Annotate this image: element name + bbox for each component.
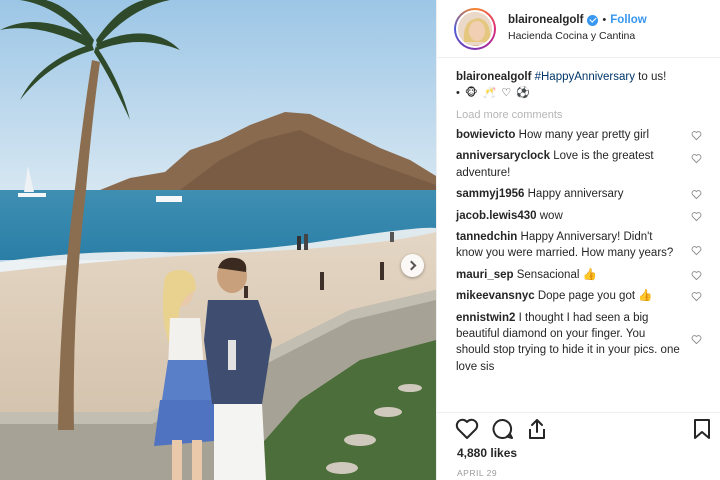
comment-username[interactable]: sammyj1956: [456, 188, 524, 200]
comment-text: Sensacional 👍: [516, 268, 597, 281]
comment-like-heart-icon[interactable]: [691, 189, 702, 200]
carousel-next-button[interactable]: [401, 254, 424, 277]
heart-icon[interactable]: [455, 418, 479, 440]
comment-item: mikeevansnyc Dope page you got 👍: [456, 288, 704, 304]
comment-item: mauri_sep Sensacional 👍: [456, 267, 704, 283]
comment-username[interactable]: mikeevansnyc: [456, 290, 535, 302]
follow-button[interactable]: Follow: [610, 14, 646, 26]
chevron-right-icon: [406, 260, 416, 271]
comment-like-heart-icon[interactable]: [691, 291, 702, 302]
story-ring[interactable]: [454, 8, 496, 50]
header-line: blaironealgolf • Follow: [508, 14, 647, 26]
comment-username[interactable]: anniversaryclock: [456, 150, 550, 162]
comment-username[interactable]: ennistwin2: [456, 312, 515, 324]
comment-item: jacob.lewis430 wow: [456, 208, 704, 224]
header-text: blaironealgolf • Follow Hacienda Cocina …: [508, 14, 647, 42]
avatar-image: [458, 12, 492, 46]
caption-text: to us!: [634, 71, 667, 83]
comment-item: ennistwin2 I thought I had seen a big be…: [456, 310, 704, 376]
comment-username[interactable]: bowievicto: [456, 129, 515, 141]
comment-item: bowievicto How many year pretty girl: [456, 127, 704, 143]
caption-emoji-line: • 🐵 🥂 ♡ ⚽: [456, 87, 532, 99]
comment-like-heart-icon[interactable]: [691, 270, 702, 281]
comment-username[interactable]: tannedchin: [456, 231, 517, 243]
post-date: APRIL 29: [457, 468, 498, 478]
location-link[interactable]: Hacienda Cocina y Cantina: [508, 30, 647, 42]
comment-icon[interactable]: [491, 418, 515, 440]
comment-item: anniversaryclock Love is the greatest ad…: [456, 148, 704, 181]
beach-photo-image: [0, 0, 436, 480]
comment-text: Dope page you got 👍: [537, 290, 653, 303]
comment-text: wow: [539, 209, 563, 222]
comment-like-heart-icon[interactable]: [691, 130, 702, 141]
comment-username[interactable]: mauri_sep: [456, 269, 514, 281]
post-photo[interactable]: [0, 0, 436, 480]
username-link[interactable]: blaironealgolf: [508, 14, 583, 26]
bookmark-icon[interactable]: [691, 418, 713, 440]
post-side-panel: blaironealgolf • Follow Hacienda Cocina …: [436, 0, 720, 480]
comment-text: Happy anniversary: [527, 188, 624, 201]
post-header: blaironealgolf • Follow Hacienda Cocina …: [437, 0, 720, 58]
comment-item: sammyj1956 Happy anniversary: [456, 186, 704, 202]
post-caption: blaironealgolf #HappyAnniversary to us!: [456, 70, 704, 85]
comment-like-heart-icon[interactable]: [691, 153, 702, 164]
comment-like-heart-icon[interactable]: [691, 211, 702, 222]
caption-username[interactable]: blaironealgolf: [456, 71, 531, 83]
verified-badge-icon: [587, 14, 599, 26]
comment-item: tannedchin Happy Anniversary! Didn't kno…: [456, 229, 704, 262]
instagram-post-view: blaironealgolf • Follow Hacienda Cocina …: [0, 0, 720, 480]
comment-like-heart-icon[interactable]: [691, 245, 702, 256]
post-actions-bar: [437, 412, 720, 440]
likes-count[interactable]: 4,880 likes: [457, 446, 517, 460]
separator: •: [602, 14, 607, 26]
share-icon[interactable]: [525, 418, 549, 440]
comments-list: blaironealgolf #HappyAnniversary to us! …: [437, 70, 720, 380]
comment-username[interactable]: jacob.lewis430: [456, 210, 537, 222]
comment-text: How many year pretty girl: [518, 129, 650, 141]
caption-hashtag[interactable]: #HappyAnniversary: [535, 71, 635, 83]
load-more-comments-button[interactable]: Load more comments: [456, 109, 704, 121]
comment-like-heart-icon[interactable]: [691, 334, 702, 345]
avatar[interactable]: [456, 10, 494, 48]
